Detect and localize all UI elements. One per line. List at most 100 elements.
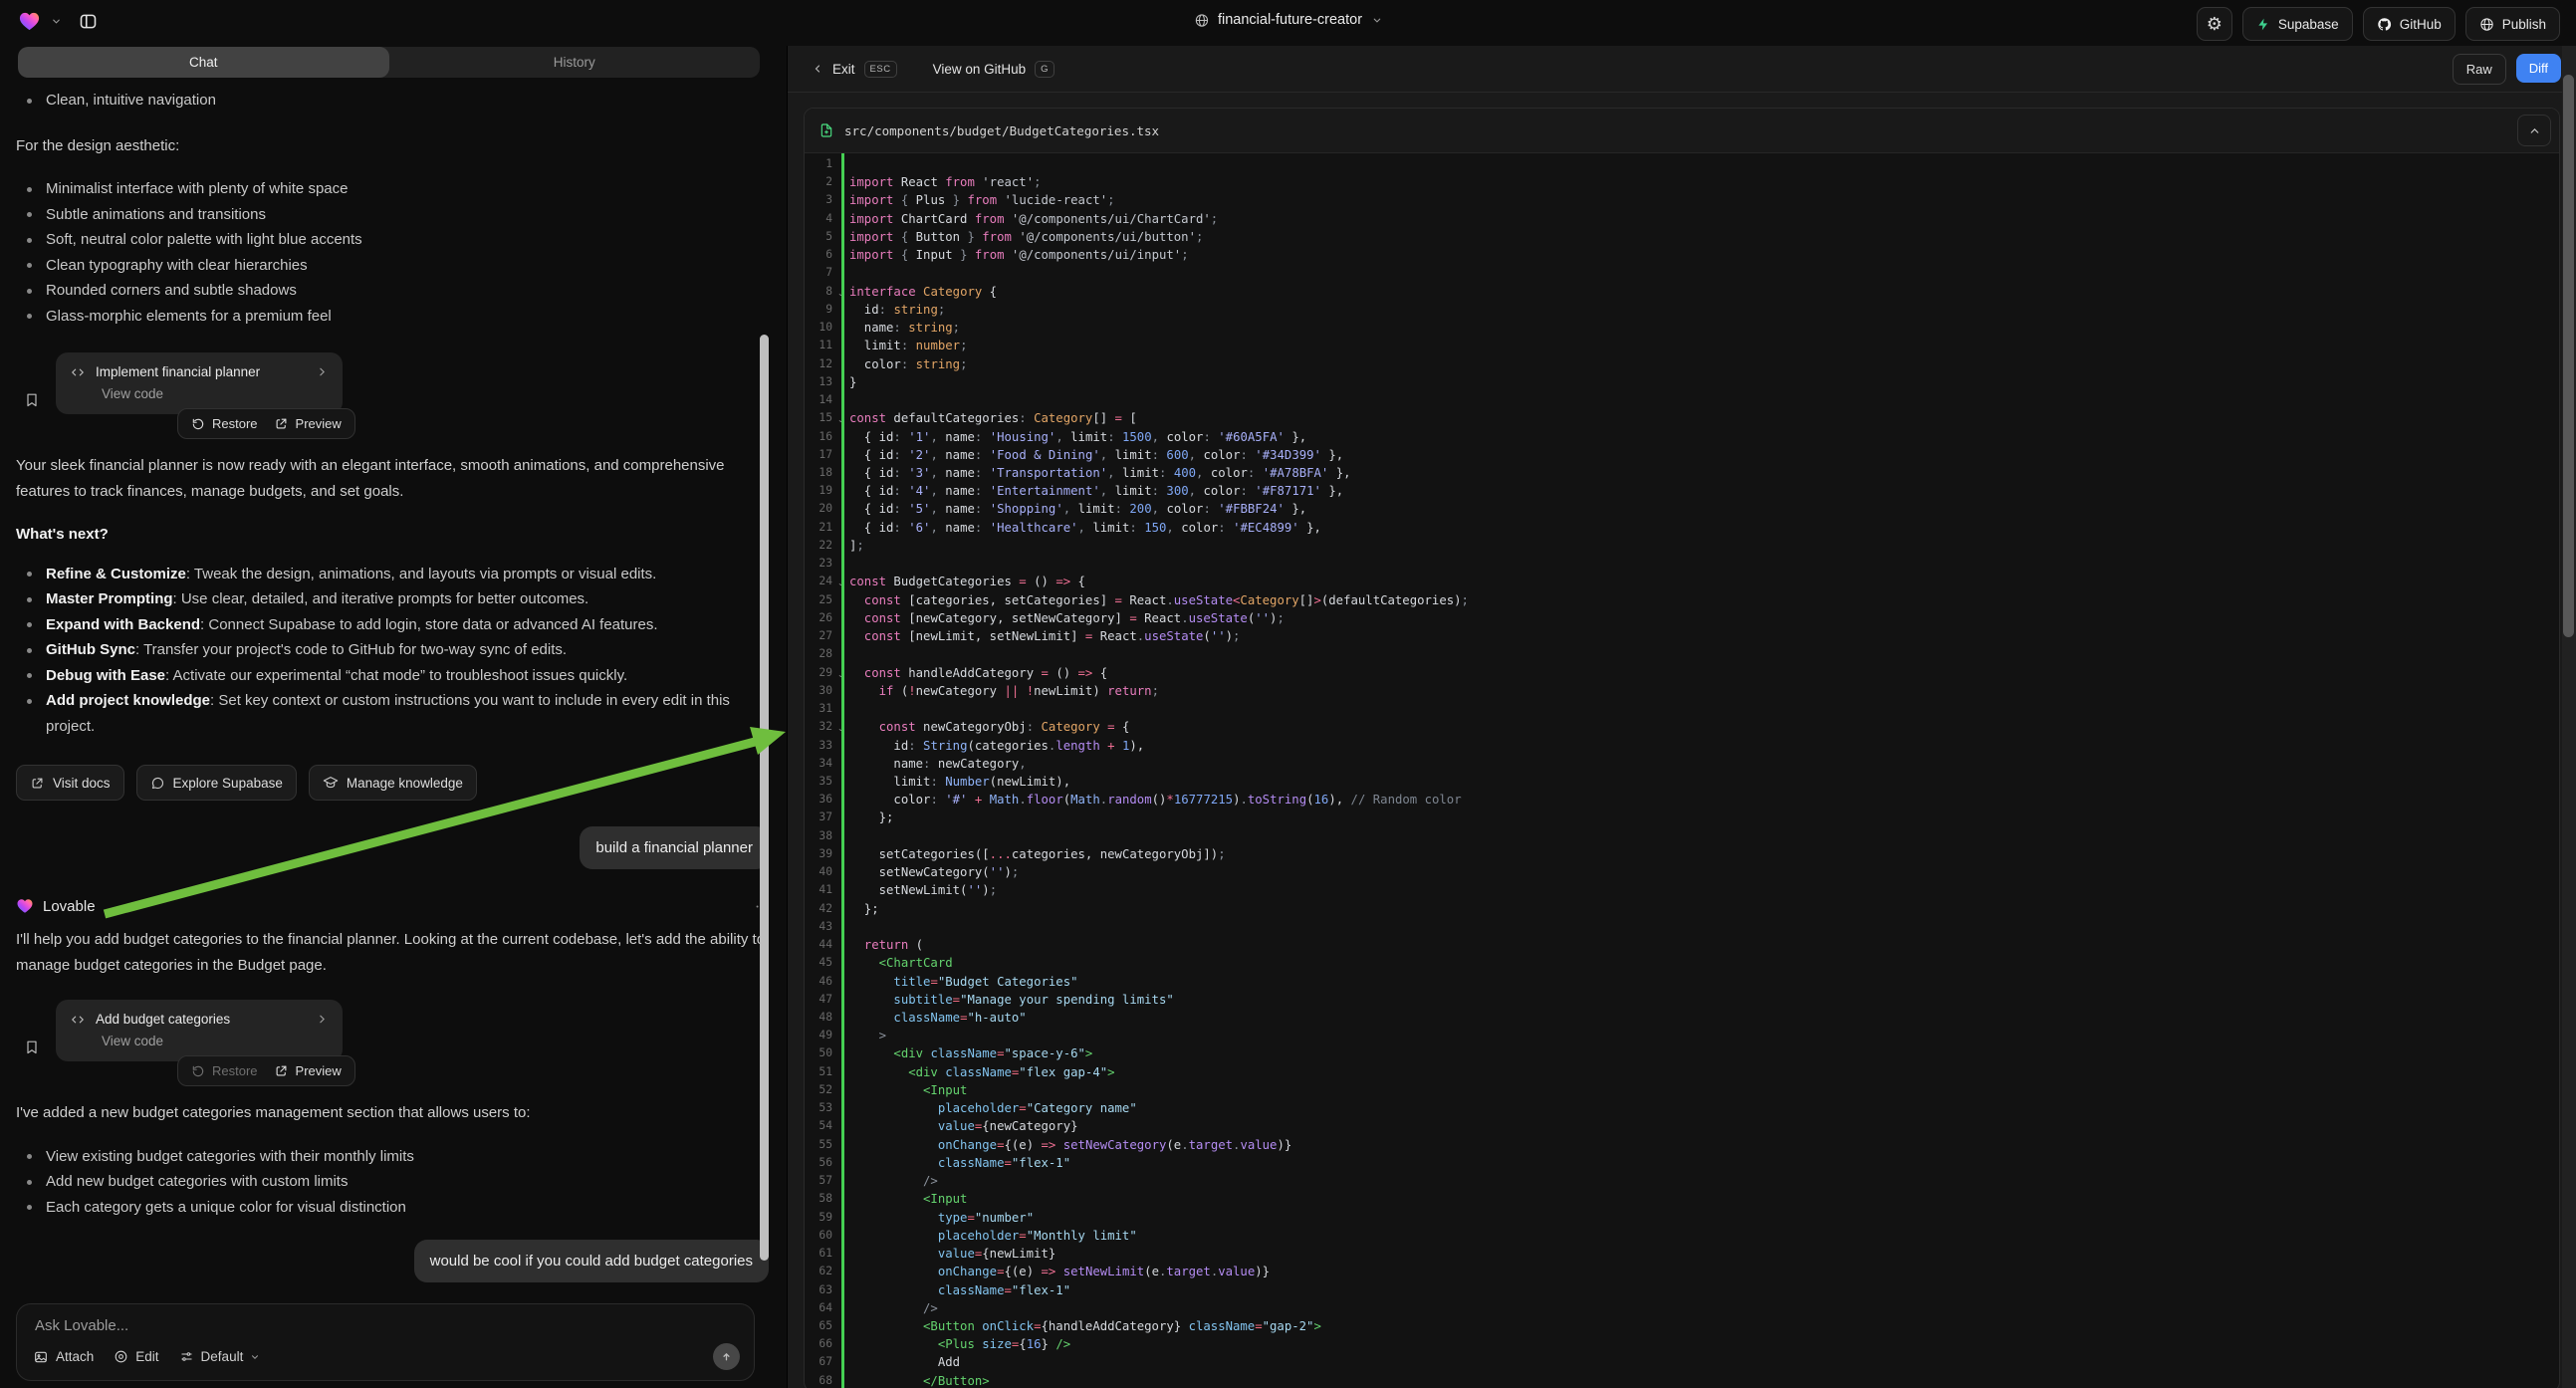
code-text: setCategories([...categories, newCategor… [832, 845, 2559, 863]
user-message-bubble: build a financial planner [580, 826, 769, 869]
attach-button[interactable]: Attach [33, 1349, 94, 1365]
tab-chat[interactable]: Chat [18, 47, 389, 78]
code-text: import { Plus } from 'lucide-react'; [832, 191, 2559, 209]
bullet-list: Refine & Customize: Tweak the design, an… [16, 562, 771, 740]
code-text: /> [832, 1172, 2559, 1190]
sidebar-toggle-icon[interactable] [78, 11, 99, 32]
cap-icon [323, 775, 339, 791]
line-number: 68 [805, 1372, 832, 1388]
line-number: 24⌄ [805, 573, 832, 590]
bookmark-icon[interactable] [24, 1008, 40, 1086]
file-header: src/components/budget/BudgetCategories.t… [805, 109, 2559, 153]
code-line: 31 [805, 700, 2559, 718]
code-text [832, 827, 2559, 845]
restore-button[interactable]: Restore [191, 1063, 258, 1078]
chevron-left-icon [812, 63, 823, 75]
diff-button[interactable]: Diff [2516, 54, 2561, 83]
restore-icon [191, 1064, 205, 1078]
code-text: }; [832, 809, 2559, 826]
code-text: setNewLimit(''); [832, 881, 2559, 899]
list-item: Glass-morphic elements for a premium fee… [16, 304, 771, 330]
code-line: 49 > [805, 1027, 2559, 1044]
line-number: 56 [805, 1154, 832, 1172]
code-line: 47 subtitle="Manage your spending limits… [805, 991, 2559, 1009]
code-line: 6import { Input } from '@/components/ui/… [805, 246, 2559, 264]
bullet-list: View existing budget categories with the… [16, 1144, 771, 1221]
code-line: 39 setCategories([...categories, newCate… [805, 845, 2559, 863]
code-line: 2import React from 'react'; [805, 173, 2559, 191]
line-number: 49 [805, 1027, 832, 1044]
code-text: color: '#' + Math.floor(Math.random()*16… [832, 791, 2559, 809]
line-number: 1 [805, 155, 832, 173]
chat-scrollbar-thumb[interactable] [760, 335, 769, 1261]
globe-icon [1194, 13, 1209, 28]
collapse-file-button[interactable] [2517, 115, 2551, 146]
code-text: <Button onClick={handleAddCategory} clas… [832, 1317, 2559, 1335]
code-line: 56 className="flex-1" [805, 1154, 2559, 1172]
list-item: Subtle animations and transitions [16, 202, 771, 228]
view-code-link[interactable]: View code [102, 386, 329, 401]
project-chevron-down-icon [1371, 15, 1382, 26]
g-keyboard-badge: G [1035, 61, 1054, 78]
bookmark-icon[interactable] [24, 360, 40, 439]
code-line: 58 <Input [805, 1190, 2559, 1208]
code-line: 27 const [newLimit, setNewLimit] = React… [805, 627, 2559, 645]
view-on-github-button[interactable]: View on GitHub G [933, 61, 1054, 78]
prompt-input[interactable] [33, 1316, 744, 1335]
suggestion-chips: Visit docs Explore Supabase Manage knowled… [16, 765, 771, 801]
line-number: 19 [805, 482, 832, 500]
settings-button[interactable]: ⚙ [2197, 7, 2232, 41]
code-scrollbar-thumb[interactable] [2563, 75, 2574, 637]
line-number: 9 [805, 301, 832, 319]
line-number: 40 [805, 863, 832, 881]
workspace-chevron-down-icon[interactable] [51, 16, 62, 27]
code-text: value={newCategory} [832, 1117, 2559, 1135]
code-text [832, 264, 2559, 282]
list-item: Add project knowledge: Set key context o… [16, 688, 771, 739]
line-number: 53 [805, 1099, 832, 1117]
code-text: const [categories, setCategories] = Reac… [832, 591, 2559, 609]
exit-button[interactable]: Exit ESC [812, 61, 897, 78]
visit-docs-button[interactable]: Visit docs [16, 765, 124, 801]
supabase-button[interactable]: Supabase [2242, 7, 2353, 41]
section-heading: What's next? [16, 522, 771, 548]
version-card[interactable]: Implement financial plannerView code [56, 352, 343, 414]
view-code-link[interactable]: View code [102, 1034, 329, 1048]
code-text: > [832, 1027, 2559, 1044]
code-text: import ChartCard from '@/components/ui/C… [832, 210, 2559, 228]
code-panel-toolbar: Exit ESC View on GitHub G Raw Diff [788, 46, 2576, 93]
edit-button[interactable]: Edit [114, 1349, 158, 1364]
manage-knowledge-button[interactable]: Manage knowledge [309, 765, 477, 801]
send-button[interactable] [713, 1343, 740, 1370]
assistant-paragraph: Your sleek financial planner is now read… [16, 453, 771, 504]
code-line: 23 [805, 555, 2559, 573]
code-line: 64 /> [805, 1299, 2559, 1317]
line-number: 30 [805, 682, 832, 700]
github-button[interactable]: GitHub [2363, 7, 2456, 41]
raw-button[interactable]: Raw [2453, 54, 2506, 85]
line-number: 66 [805, 1335, 832, 1353]
publish-button[interactable]: Publish [2465, 7, 2560, 41]
code-text: type="number" [832, 1209, 2559, 1227]
code-text: const handleAddCategory = () => { [832, 664, 2559, 682]
lovable-logo-icon[interactable] [18, 10, 41, 33]
code-text: </Button> [832, 1372, 2559, 1388]
mode-selector[interactable]: Default [179, 1349, 261, 1364]
tab-history[interactable]: History [389, 47, 761, 78]
code-line: 21 { id: '6', name: 'Healthcare', limit:… [805, 519, 2559, 537]
chevron-right-icon [316, 1013, 329, 1026]
code-line: 52 <Input [805, 1081, 2559, 1099]
preview-button[interactable]: Preview [274, 416, 342, 431]
code-text: name: newCategory, [832, 755, 2559, 773]
code-listing[interactable]: 12import React from 'react';3import { Pl… [805, 153, 2559, 1388]
explore-supabase-button[interactable]: Explore Supabase [136, 765, 297, 801]
line-number: 22 [805, 537, 832, 555]
version-card[interactable]: Add budget categoriesView code [56, 1000, 343, 1061]
project-switcher[interactable]: financial-future-creator [1194, 12, 1382, 28]
code-icon [70, 365, 86, 379]
restore-button[interactable]: Restore [191, 416, 258, 431]
code-text: }; [832, 900, 2559, 918]
code-line: 17 { id: '2', name: 'Food & Dining', lim… [805, 446, 2559, 464]
preview-button[interactable]: Preview [274, 1063, 342, 1078]
code-line: 25 const [categories, setCategories] = R… [805, 591, 2559, 609]
